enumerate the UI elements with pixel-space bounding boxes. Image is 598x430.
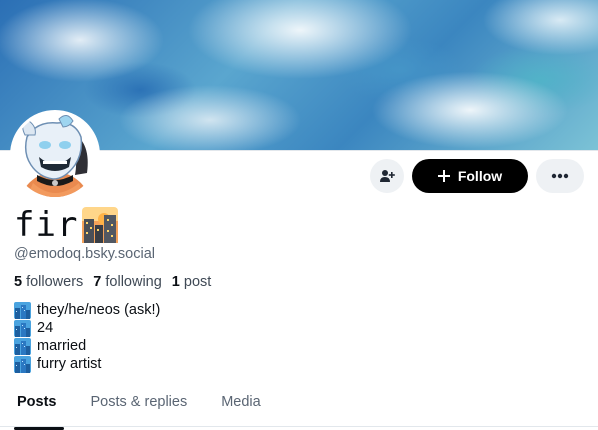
follow-button[interactable]: Follow bbox=[412, 159, 528, 193]
bio-line: they/he/neos (ask!) bbox=[14, 301, 160, 319]
display-name-text: fir bbox=[14, 205, 79, 245]
profile-tabs: Posts Posts & replies Media bbox=[0, 384, 598, 430]
avatar-image bbox=[13, 113, 97, 197]
posts-stat: 1 post bbox=[172, 274, 212, 290]
suggested-follows-button[interactable] bbox=[370, 159, 404, 193]
following-label: following bbox=[105, 274, 162, 290]
city-emoji-icon bbox=[14, 319, 31, 337]
profile-actions: Follow bbox=[370, 159, 584, 193]
profile-handle: @emodoq.bsky.social bbox=[14, 246, 155, 262]
bio-line: 24 bbox=[14, 319, 160, 337]
tabs-divider bbox=[0, 426, 598, 427]
more-options-button[interactable] bbox=[536, 159, 584, 193]
bio-text: 24 bbox=[37, 320, 54, 336]
city-emoji-icon bbox=[14, 301, 31, 319]
tab-posts-and-replies[interactable]: Posts & replies bbox=[74, 384, 205, 420]
followers-label: followers bbox=[26, 274, 84, 290]
city-emoji-icon bbox=[14, 337, 31, 355]
city-emoji-icon bbox=[14, 355, 31, 373]
following-link[interactable]: 7 following bbox=[93, 274, 162, 290]
bio-text: they/he/neos (ask!) bbox=[37, 302, 161, 318]
profile-stats: 5 followers 7 following 1 post bbox=[14, 274, 211, 290]
followers-count: 5 bbox=[14, 274, 23, 290]
profile-bio: they/he/neos (ask!) 24 married furry art… bbox=[14, 301, 160, 373]
add-user-icon bbox=[380, 170, 395, 182]
display-name: fir bbox=[14, 205, 119, 245]
more-horizontal-icon bbox=[551, 173, 569, 179]
bio-line: married bbox=[14, 337, 160, 355]
bio-line: furry artist bbox=[14, 355, 160, 373]
follow-button-label: Follow bbox=[457, 168, 503, 184]
posts-label: post bbox=[183, 274, 212, 290]
bio-text: married bbox=[37, 338, 87, 354]
tab-posts[interactable]: Posts bbox=[0, 384, 74, 430]
followers-link[interactable]: 5 followers bbox=[14, 274, 83, 290]
tab-media[interactable]: Media bbox=[204, 384, 278, 420]
avatar[interactable] bbox=[10, 110, 100, 200]
plus-icon bbox=[437, 170, 450, 182]
city-dusk-emoji-icon bbox=[82, 207, 119, 243]
bio-text: furry artist bbox=[37, 356, 102, 372]
posts-count: 1 bbox=[171, 274, 180, 290]
following-count: 7 bbox=[93, 274, 102, 290]
